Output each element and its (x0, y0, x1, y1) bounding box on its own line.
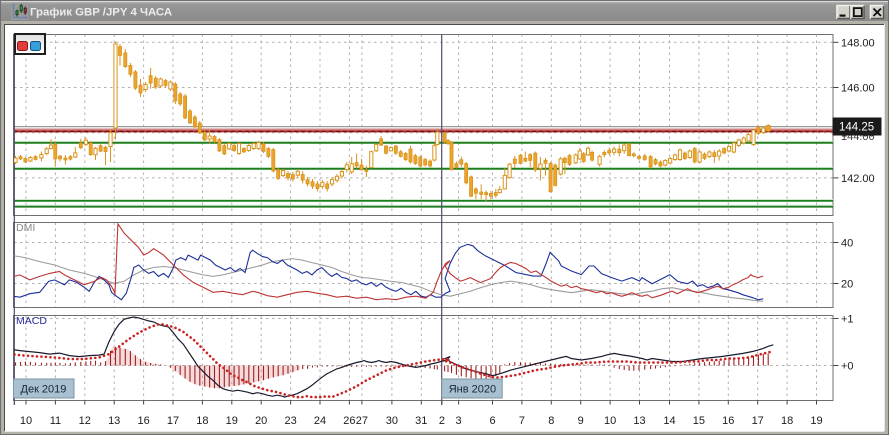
svg-text:16: 16 (722, 415, 734, 427)
svg-text:13: 13 (108, 415, 120, 427)
svg-text:3: 3 (456, 415, 462, 427)
svg-text:8: 8 (548, 415, 554, 427)
svg-text:11: 11 (50, 415, 61, 427)
svg-text:График GBP /JPY 4 ЧАСА: График GBP /JPY 4 ЧАСА (30, 7, 172, 19)
svg-text:142.00: 142.00 (841, 173, 875, 185)
svg-text:9: 9 (578, 415, 584, 427)
svg-text:26: 26 (343, 415, 355, 427)
svg-text:148.00: 148.00 (841, 37, 875, 49)
svg-text:14: 14 (663, 415, 675, 427)
svg-text:31: 31 (415, 415, 427, 427)
svg-text:2: 2 (439, 415, 445, 427)
svg-text:20: 20 (255, 415, 267, 427)
svg-text:DMI: DMI (16, 222, 35, 234)
svg-text:10: 10 (20, 415, 32, 427)
svg-text:12: 12 (79, 415, 91, 427)
svg-text:18: 18 (781, 415, 793, 427)
svg-text:146.00: 146.00 (841, 83, 875, 95)
svg-text:19: 19 (226, 415, 238, 427)
svg-text:30: 30 (386, 415, 398, 427)
svg-text:+1: +1 (841, 314, 854, 326)
svg-text:+0: +0 (841, 361, 854, 373)
svg-text:18: 18 (196, 415, 208, 427)
svg-text:Янв 2020: Янв 2020 (449, 384, 496, 396)
svg-text:17: 17 (167, 415, 179, 427)
svg-text:Дек 2019: Дек 2019 (21, 384, 67, 396)
svg-text:27: 27 (356, 415, 368, 427)
svg-text:144.25: 144.25 (839, 122, 874, 134)
svg-text:16: 16 (137, 415, 149, 427)
svg-text:23: 23 (284, 415, 296, 427)
svg-text:24: 24 (314, 415, 326, 427)
svg-text:10: 10 (604, 415, 616, 427)
svg-text:7: 7 (519, 415, 525, 427)
svg-text:15: 15 (693, 415, 705, 427)
svg-text:13: 13 (633, 415, 645, 427)
svg-text:6: 6 (489, 415, 495, 427)
svg-text:MACD: MACD (16, 315, 47, 327)
svg-text:20: 20 (841, 279, 853, 291)
svg-text:19: 19 (810, 415, 822, 427)
svg-text:17: 17 (752, 415, 764, 427)
svg-text:40: 40 (841, 238, 853, 250)
